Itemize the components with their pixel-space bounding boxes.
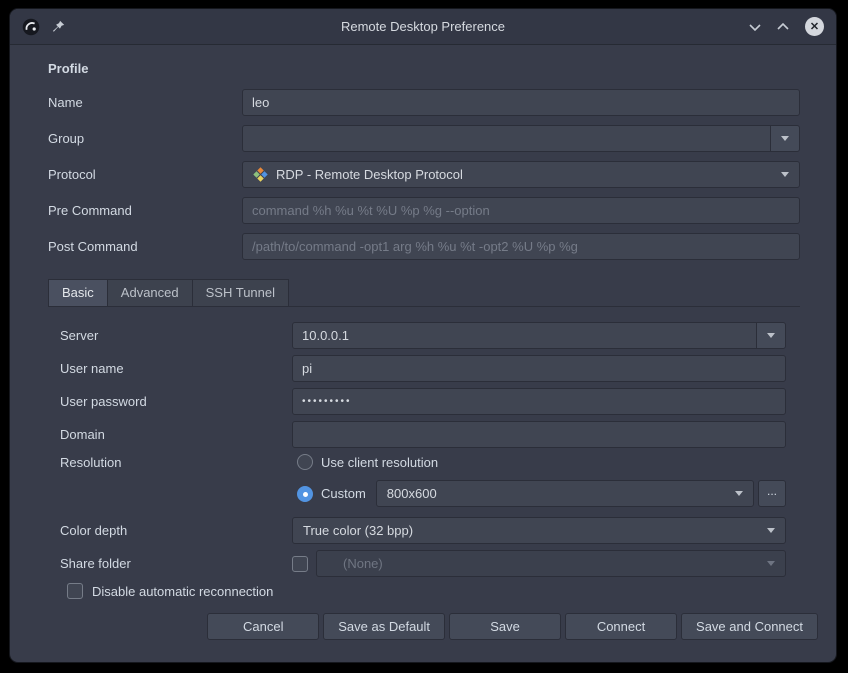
close-button[interactable]: ✕: [805, 17, 824, 36]
domain-row: Domain: [60, 421, 786, 448]
server-dropdown-button[interactable]: [756, 322, 786, 349]
custom-resolution-value: 800x600: [387, 486, 437, 501]
caret-down-icon: [767, 333, 775, 338]
custom-resolution-row: Custom 800x600 ...: [60, 480, 786, 507]
custom-resolution-dropdown[interactable]: 800x600: [376, 480, 754, 507]
user-name-row: User name: [60, 355, 786, 382]
profile-section-title: Profile: [48, 61, 800, 76]
color-depth-label: Color depth: [60, 523, 292, 538]
caret-down-icon: [781, 136, 789, 141]
protocol-label: Protocol: [48, 167, 242, 182]
server-label: Server: [60, 328, 292, 343]
share-folder-checkbox[interactable]: [292, 556, 308, 572]
window-title: Remote Desktop Preference: [10, 19, 836, 34]
domain-label: Domain: [60, 427, 292, 442]
titlebar[interactable]: Remote Desktop Preference ✕: [10, 9, 836, 45]
user-name-input[interactable]: [292, 355, 786, 382]
settings-notebook: Basic Advanced SSH Tunnel Server: [48, 279, 800, 601]
cancel-button[interactable]: Cancel: [207, 613, 319, 640]
disable-reconnection-row: Disable automatic reconnection: [67, 583, 786, 599]
group-dropdown-button[interactable]: [770, 125, 800, 152]
post-command-row: Post Command: [48, 233, 800, 260]
share-folder-dropdown: (None): [316, 550, 786, 577]
post-command-input[interactable]: [242, 233, 800, 260]
pre-command-row: Pre Command: [48, 197, 800, 224]
caret-down-icon: [735, 491, 743, 496]
chevron-up-icon[interactable]: [777, 23, 789, 31]
disable-reconnection-checkbox[interactable]: [67, 583, 83, 599]
share-folder-value: (None): [343, 556, 383, 571]
name-input[interactable]: [242, 89, 800, 116]
protocol-value: RDP - Remote Desktop Protocol: [276, 167, 463, 182]
user-name-label: User name: [60, 361, 292, 376]
group-label: Group: [48, 131, 242, 146]
server-row: Server: [60, 322, 786, 349]
chevron-down-icon[interactable]: [749, 23, 761, 31]
resolution-label: Resolution: [60, 455, 292, 470]
caret-down-icon: [767, 528, 775, 533]
profile-section: Profile Name Group Protocol: [10, 45, 836, 601]
use-client-resolution-label[interactable]: Use client resolution: [321, 455, 438, 470]
tab-advanced[interactable]: Advanced: [108, 279, 193, 306]
name-row: Name: [48, 89, 800, 116]
pin-icon[interactable]: [52, 20, 65, 33]
caret-down-icon: [767, 561, 775, 566]
color-depth-value: True color (32 bpp): [303, 523, 413, 538]
custom-resolution-label[interactable]: Custom: [321, 486, 366, 501]
caret-down-icon: [781, 172, 789, 177]
custom-resolution-radio[interactable]: [297, 486, 313, 502]
save-as-default-button[interactable]: Save as Default: [323, 613, 445, 640]
connect-button[interactable]: Connect: [565, 613, 677, 640]
name-label: Name: [48, 95, 242, 110]
user-password-row: User password: [60, 388, 786, 415]
user-password-label: User password: [60, 394, 292, 409]
tab-panel-basic: Server User name: [48, 307, 800, 601]
server-input[interactable]: [292, 322, 757, 349]
tab-ssh-tunnel[interactable]: SSH Tunnel: [193, 279, 289, 306]
color-depth-dropdown[interactable]: True color (32 bpp): [292, 517, 786, 544]
tab-bar: Basic Advanced SSH Tunnel: [48, 279, 800, 307]
save-and-connect-button[interactable]: Save and Connect: [681, 613, 818, 640]
rdp-protocol-icon: [253, 167, 268, 182]
share-folder-label: Share folder: [60, 556, 292, 571]
group-row: Group: [48, 125, 800, 152]
post-command-label: Post Command: [48, 239, 242, 254]
color-depth-row: Color depth True color (32 bpp): [60, 517, 786, 544]
share-folder-row: Share folder (None): [60, 550, 786, 577]
resolution-more-button[interactable]: ...: [758, 480, 786, 507]
pre-command-label: Pre Command: [48, 203, 242, 218]
save-button[interactable]: Save: [449, 613, 561, 640]
resolution-row: Resolution Use client resolution: [60, 454, 786, 470]
pre-command-input[interactable]: [242, 197, 800, 224]
user-password-input[interactable]: [292, 388, 786, 415]
use-client-resolution-radio[interactable]: [297, 454, 313, 470]
domain-input[interactable]: [292, 421, 786, 448]
disable-reconnection-label[interactable]: Disable automatic reconnection: [92, 584, 273, 599]
dialog-footer: Cancel Save as Default Save Connect Save…: [10, 601, 836, 640]
group-input[interactable]: [242, 125, 771, 152]
remote-desktop-preference-window: Remote Desktop Preference ✕ Profile Name…: [9, 8, 837, 663]
remmina-app-icon: [22, 18, 40, 36]
tab-basic[interactable]: Basic: [48, 279, 108, 306]
protocol-dropdown[interactable]: RDP - Remote Desktop Protocol: [242, 161, 800, 188]
protocol-row: Protocol RDP - Remote Deskto: [48, 161, 800, 188]
